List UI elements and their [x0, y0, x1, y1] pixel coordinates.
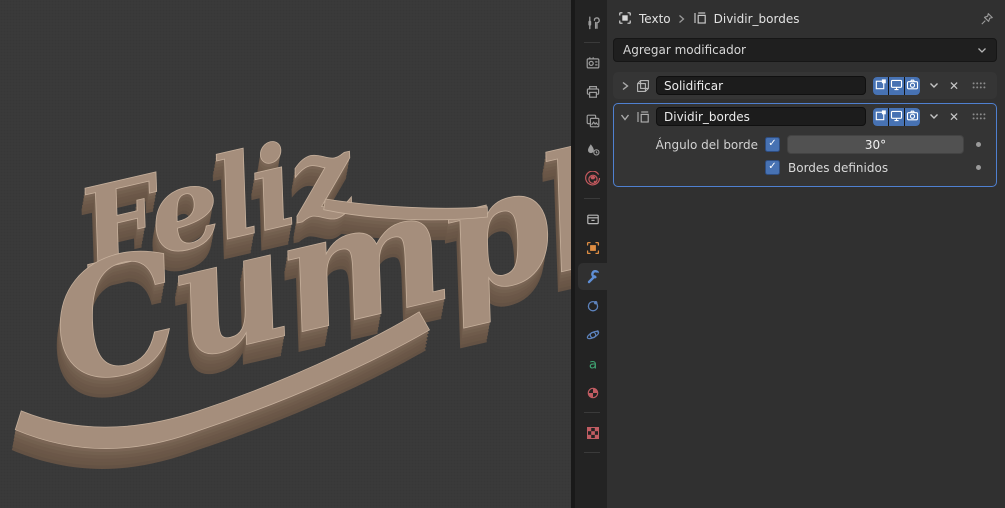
properties-content: Agregar modificador Solidificar ✕ Dividi… [607, 38, 1005, 191]
display-toggle-group [873, 107, 920, 126]
svg-text:a: a [588, 356, 596, 371]
tab-separator [584, 412, 600, 413]
tab-object-data[interactable]: a [578, 350, 607, 377]
edge-angle-value: 30° [864, 137, 887, 152]
edit-mode-icon [874, 78, 887, 94]
render-icon [585, 55, 601, 71]
display-toggle-group [873, 76, 920, 95]
tab-collection[interactable] [578, 205, 607, 232]
object-icon [585, 240, 601, 256]
view-layer-icon [585, 113, 601, 129]
render-display-toggle[interactable] [905, 76, 920, 95]
tool-icon [585, 15, 601, 31]
decorator-column [966, 165, 990, 170]
properties-main: Texto Dividir_bordes Agregar modificador… [607, 0, 1005, 508]
monitor-icon [890, 78, 903, 94]
modifier-name-text: Dividir_bordes [664, 109, 750, 124]
object-data-icon: a [585, 356, 601, 371]
material-icon [585, 385, 601, 401]
expand-right-icon[interactable] [620, 81, 630, 91]
sharp-edges-label: Bordes definidos [788, 160, 889, 175]
modifier-extras-menu-button[interactable] [929, 113, 939, 120]
modifier-name-field[interactable]: Solidificar [656, 76, 866, 95]
scene-icon [585, 142, 601, 158]
tab-separator [584, 198, 600, 199]
texture-icon [585, 425, 601, 441]
delete-modifier-button[interactable]: ✕ [949, 80, 959, 92]
animate-property-dot[interactable] [975, 142, 981, 147]
solidify-modifier-icon [635, 78, 651, 94]
viewport-3d-text-object[interactable]: Feliz Cumple [0, 0, 571, 508]
edit-mode-icon [874, 109, 887, 125]
edge-angle-label: Ángulo del borde [655, 137, 758, 152]
breadcrumb-chevron-icon [677, 14, 686, 24]
tab-physics[interactable] [578, 292, 607, 319]
modifier-extras-menu-button[interactable] [929, 82, 939, 89]
monitor-icon [890, 109, 903, 125]
properties-header: Texto Dividir_bordes [607, 0, 1005, 38]
breadcrumb-modifier-icon [692, 10, 708, 29]
output-icon [585, 84, 601, 100]
constraints-icon [585, 327, 601, 343]
modifier-name-text: Solidificar [664, 78, 724, 93]
modifiers-icon [585, 269, 601, 285]
collection-icon [585, 211, 601, 227]
edge-angle-checkbox[interactable]: ✓ [765, 137, 780, 152]
edit-mode-display-toggle[interactable] [873, 107, 888, 126]
tab-separator [584, 452, 600, 453]
pin-icon[interactable] [979, 11, 995, 27]
tab-view-layer[interactable] [578, 107, 607, 134]
render-display-toggle[interactable] [905, 107, 920, 126]
sharp-edges-checkbox[interactable]: ✓ [765, 160, 780, 175]
edge-angle-value-slider[interactable]: 30° [787, 135, 964, 154]
tab-world[interactable] [578, 165, 607, 192]
decorator-column [966, 142, 990, 147]
breadcrumb-modifier-name[interactable]: Dividir_bordes [714, 12, 800, 26]
modifier-header-edge-split[interactable]: Dividir_bordes ✕ [614, 104, 996, 129]
drag-handle[interactable] [972, 81, 986, 90]
modifier-panel-solidify: Solidificar ✕ [613, 72, 997, 99]
tab-tool[interactable] [578, 9, 607, 36]
camera-icon [906, 109, 919, 125]
edit-mode-display-toggle[interactable] [873, 76, 888, 95]
viewport-display-toggle[interactable] [889, 107, 904, 126]
blender-window: Feliz Cumple [0, 0, 1005, 508]
tab-texture[interactable] [578, 419, 607, 446]
add-modifier-dropdown[interactable]: Agregar modificador [613, 38, 997, 62]
tab-object[interactable] [578, 234, 607, 261]
camera-icon [906, 78, 919, 94]
viewport-display-toggle[interactable] [889, 76, 904, 95]
tab-output[interactable] [578, 78, 607, 105]
breadcrumb-object-name[interactable]: Texto [639, 12, 671, 26]
viewport-3d[interactable]: Feliz Cumple [0, 0, 571, 508]
edge-split-modifier-icon [635, 109, 651, 125]
breadcrumb-object-icon [617, 10, 633, 29]
expand-down-icon[interactable] [620, 112, 630, 122]
edge-split-settings: Ángulo del borde ✓ 30° ✓ Bordes definido… [614, 129, 996, 186]
edge-angle-row: Ángulo del borde ✓ 30° [622, 133, 990, 156]
animate-property-dot[interactable] [975, 165, 981, 170]
modifier-panel-edge-split: Dividir_bordes ✕ Ángulo del borde ✓ 30° … [613, 103, 997, 187]
tab-modifiers[interactable] [578, 263, 607, 290]
add-modifier-label: Agregar modificador [623, 43, 746, 57]
chevron-down-icon [977, 47, 987, 54]
physics-icon [585, 298, 601, 314]
drag-handle[interactable] [972, 112, 986, 121]
world-icon [584, 170, 601, 187]
tab-separator [584, 42, 600, 43]
properties-editor: a Texto Dividir_bordes Agregar modificad… [575, 0, 1005, 508]
tab-scene[interactable] [578, 136, 607, 163]
delete-modifier-button[interactable]: ✕ [949, 111, 959, 123]
tab-render[interactable] [578, 49, 607, 76]
modifier-name-field[interactable]: Dividir_bordes [656, 107, 866, 126]
modifier-header-solidify[interactable]: Solidificar ✕ [614, 73, 996, 98]
sharp-edges-row: ✓ Bordes definidos [622, 156, 990, 179]
properties-tab-bar: a [575, 0, 607, 508]
tab-material[interactable] [578, 379, 607, 406]
tab-constraints[interactable] [578, 321, 607, 348]
